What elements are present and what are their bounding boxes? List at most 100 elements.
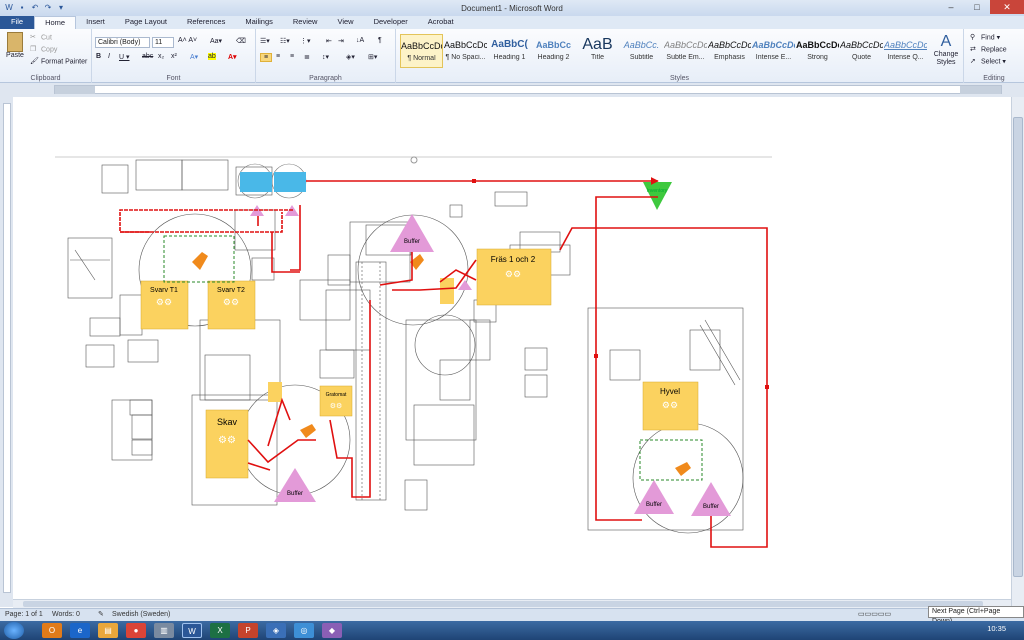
horizontal-scroll-thumb[interactable] — [23, 601, 983, 607]
grow-font-icon[interactable]: A˄ A˅ — [178, 37, 197, 44]
select-button[interactable]: ➚ Select ▾ — [970, 57, 1006, 66]
font-size-combo[interactable]: 11 — [152, 37, 174, 48]
style-quote[interactable]: AaBbCcDc Quote — [840, 34, 883, 68]
style-intense-emphasis[interactable]: AaBbCcDc Intense E... — [752, 34, 795, 68]
style-intense-quote[interactable]: AaBbCcDc Intense Q... — [884, 34, 927, 68]
system-clock[interactable]: 10:35 — [987, 624, 1006, 633]
small-station-2[interactable] — [440, 278, 454, 304]
machine-gratomat[interactable]: Gratomat ⚙⚙ — [319, 385, 353, 417]
tab-references[interactable]: References — [177, 16, 235, 29]
underline-button[interactable]: U ▾ — [119, 53, 130, 61]
multilevel-list-icon[interactable]: ⋮▾ — [300, 37, 311, 45]
tab-acrobat[interactable]: Acrobat — [418, 16, 464, 29]
anchor-handle[interactable] — [410, 156, 418, 164]
small-station-1[interactable] — [268, 382, 282, 402]
sort-icon[interactable]: ↓A — [356, 37, 364, 44]
style-title[interactable]: AaB Title — [576, 34, 619, 68]
document-canvas[interactable]: Svarv T1 ⚙⚙ Svarv T2 ⚙⚙ Fräs 1 och 2 ⚙⚙ … — [13, 97, 1011, 599]
proofing-icon[interactable]: ✎ — [98, 609, 104, 621]
cut-button[interactable]: ✂ Cut — [30, 33, 52, 42]
fixture-2[interactable] — [274, 172, 306, 192]
explorer-taskbar-icon[interactable]: ▤ — [98, 623, 118, 638]
machine-hyvel[interactable]: Hyvel ⚙⚙ — [642, 381, 699, 431]
style-subtle-emphasis[interactable]: AaBbCcDc Subtle Em... — [664, 34, 707, 68]
tab-mailings[interactable]: Mailings — [235, 16, 283, 29]
clear-formatting-icon[interactable]: ⌫ — [236, 37, 246, 45]
tab-developer[interactable]: Developer — [364, 16, 418, 29]
machine-fras[interactable]: Fräs 1 och 2 ⚙⚙ — [476, 248, 552, 306]
powerpoint-taskbar-icon[interactable]: P — [238, 623, 258, 638]
font-name-combo[interactable]: Calibri (Body) — [95, 37, 150, 48]
style-no-spacing[interactable]: AaBbCcDc ¶ No Spaci... — [444, 34, 487, 68]
horizontal-ruler[interactable] — [0, 83, 1024, 97]
paste-button[interactable]: Paste — [4, 32, 26, 59]
decrease-indent-icon[interactable]: ⇤ — [326, 37, 332, 45]
increase-indent-icon[interactable]: ⇥ — [338, 37, 344, 45]
fixture-1[interactable] — [240, 172, 272, 192]
buffer-3[interactable]: Buffer — [634, 480, 674, 514]
align-center-icon[interactable]: ≡ — [276, 53, 280, 60]
word-count[interactable]: Words: 0 — [52, 609, 80, 621]
app2-taskbar-icon[interactable]: ◈ — [266, 623, 286, 638]
change-case-icon[interactable]: Aa▾ — [210, 37, 222, 45]
style-subtitle[interactable]: AaBbCc. Subtitle — [620, 34, 663, 68]
vertical-scrollbar[interactable] — [1011, 97, 1024, 607]
strikethrough-button[interactable]: abc — [142, 53, 153, 60]
font-color-icon[interactable]: A▾ — [228, 53, 237, 61]
close-button[interactable]: ✕ — [990, 0, 1024, 14]
style-heading-1[interactable]: AaBbC(Heading 1 — [488, 34, 531, 68]
word-taskbar-icon[interactable]: W — [182, 623, 202, 638]
text-effects-icon[interactable]: A▾ — [190, 53, 198, 61]
italic-button[interactable]: I — [108, 53, 110, 60]
machine-svarv-t1[interactable]: Svarv T1 ⚙⚙ — [140, 280, 189, 330]
format-painter-button[interactable]: 🖌 Format Painter — [30, 57, 87, 66]
chrome-taskbar-icon[interactable]: ● — [126, 623, 146, 638]
justify-icon[interactable]: ≣ — [304, 53, 310, 61]
tab-insert[interactable]: Insert — [76, 16, 115, 29]
show-marks-icon[interactable]: ¶ — [378, 37, 382, 44]
horizontal-scrollbar[interactable] — [13, 599, 1011, 608]
app-taskbar-icon[interactable]: ▥ — [154, 623, 174, 638]
style-normal[interactable]: AaBbCcDc ¶ Normal — [400, 34, 443, 68]
style-emphasis[interactable]: AaBbCcDc Emphasis — [708, 34, 751, 68]
bold-button[interactable]: B — [96, 53, 101, 60]
maximize-button[interactable]: □ — [964, 0, 990, 14]
vertical-scroll-thumb[interactable] — [1013, 117, 1023, 577]
machine-skav[interactable]: Skav ⚙⚙ — [205, 409, 249, 479]
align-right-icon[interactable]: ≡ — [290, 53, 294, 60]
tab-file[interactable]: File — [0, 16, 35, 29]
bullets-icon[interactable]: ☰▾ — [260, 37, 270, 45]
shading-icon[interactable]: ◈▾ — [346, 53, 355, 61]
app4-taskbar-icon[interactable]: ◆ — [322, 623, 342, 638]
style-heading-2[interactable]: AaBbCc Heading 2 — [532, 34, 575, 68]
ie-taskbar-icon[interactable]: e — [70, 623, 90, 638]
align-left-icon[interactable]: ≡ — [260, 53, 272, 62]
tab-review[interactable]: Review — [283, 16, 328, 29]
buffer-2[interactable]: Buffer — [274, 468, 316, 502]
line-spacing-icon[interactable]: ↕▾ — [322, 53, 329, 61]
style-strong[interactable]: AaBbCcDc Strong — [796, 34, 839, 68]
outlook-taskbar-icon[interactable]: O — [42, 623, 62, 638]
language-indicator[interactable]: Swedish (Sweden) — [112, 609, 170, 621]
page-count[interactable]: Page: 1 of 1 — [5, 609, 43, 621]
minimize-button[interactable]: – — [938, 0, 964, 14]
machine-svarv-t2[interactable]: Svarv T2 ⚙⚙ — [207, 280, 256, 330]
start-button[interactable] — [4, 622, 24, 639]
view-buttons[interactable]: ▭▭▭▭▭ — [858, 609, 891, 621]
tab-home[interactable]: Home — [34, 16, 77, 29]
subscript-button[interactable]: x₂ — [158, 53, 164, 60]
replace-button[interactable]: ⇄ Replace — [970, 45, 1007, 54]
tab-page-layout[interactable]: Page Layout — [115, 16, 177, 29]
factory-layout-drawing[interactable]: Svarv T1 ⚙⚙ Svarv T2 ⚙⚙ Fräs 1 och 2 ⚙⚙ … — [13, 97, 1011, 599]
find-button[interactable]: ⚲ Find ▾ — [970, 33, 1000, 42]
tab-view[interactable]: View — [327, 16, 363, 29]
inventory-node[interactable]: Inventory — [643, 182, 672, 210]
numbering-icon[interactable]: ☷▾ — [280, 37, 290, 45]
superscript-button[interactable]: x² — [171, 53, 177, 60]
buffer-4[interactable]: Buffer — [691, 482, 731, 516]
vertical-ruler[interactable] — [0, 97, 13, 607]
app3-taskbar-icon[interactable]: ◎ — [294, 623, 314, 638]
change-styles-button[interactable]: A Change Styles — [930, 33, 962, 67]
buffer-1[interactable]: Buffer — [390, 214, 434, 252]
highlight-icon[interactable]: ab — [208, 53, 216, 60]
